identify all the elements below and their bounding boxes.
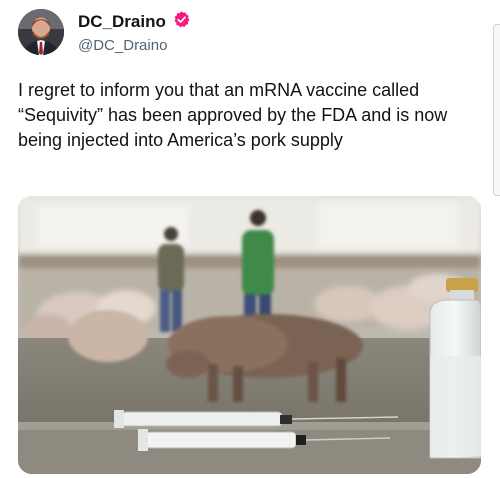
photo-image bbox=[18, 196, 481, 474]
vial bbox=[429, 278, 481, 459]
author-info: DC_Draino @DC_Draino bbox=[78, 10, 191, 54]
author-name-row: DC_Draino bbox=[78, 10, 191, 34]
tweet-header: DC_Draino @DC_Draino bbox=[18, 6, 191, 58]
avatar[interactable] bbox=[18, 9, 64, 55]
author-display-name[interactable]: DC_Draino bbox=[78, 12, 166, 32]
scrollbar[interactable] bbox=[493, 24, 500, 196]
avatar-image bbox=[18, 9, 64, 55]
tweet-media-photo[interactable] bbox=[18, 196, 481, 474]
author-handle[interactable]: @DC_Draino bbox=[78, 37, 191, 54]
verified-badge-icon bbox=[172, 10, 191, 34]
tweet-text: I regret to inform you that an mRNA vacc… bbox=[18, 80, 448, 150]
tweet-card: DC_Draino @DC_Draino I regret to inform … bbox=[0, 0, 500, 478]
